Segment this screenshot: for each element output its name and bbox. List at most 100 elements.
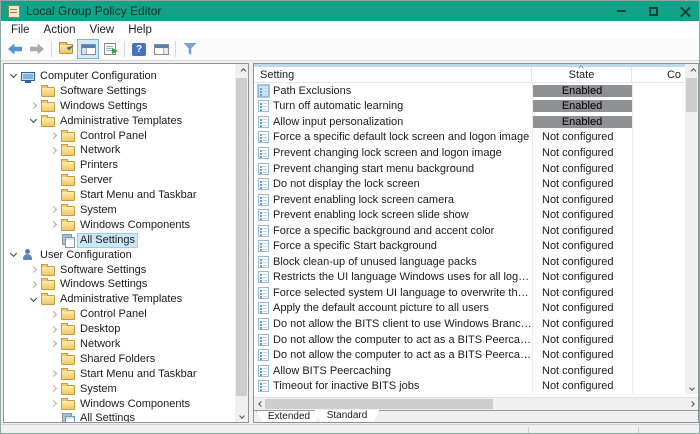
- help-button[interactable]: ?: [128, 39, 150, 59]
- tree-expander-icon[interactable]: [48, 383, 60, 395]
- tree-expander-icon[interactable]: [8, 70, 20, 82]
- tree-expander-icon[interactable]: [48, 190, 60, 202]
- tree-expander-icon[interactable]: [48, 309, 60, 321]
- tree-item[interactable]: Printers: [4, 158, 235, 173]
- tree-expander-icon[interactable]: [48, 145, 60, 157]
- table-row[interactable]: Force a specific Start background Not co…: [254, 238, 685, 254]
- back-button[interactable]: [4, 39, 26, 59]
- tree-expander-icon[interactable]: [48, 338, 60, 350]
- table-row[interactable]: Turn off automatic learning Enabled: [254, 99, 685, 115]
- table-row[interactable]: Prevent enabling lock screen slide show …: [254, 207, 685, 223]
- table-row[interactable]: Prevent changing lock screen and logon i…: [254, 145, 685, 161]
- column-header-comment[interactable]: Co: [632, 67, 685, 82]
- column-header-setting[interactable]: Setting: [254, 67, 532, 82]
- scroll-up-arrow[interactable]: [235, 64, 248, 77]
- table-row[interactable]: Do not allow the BITS client to use Wind…: [254, 316, 685, 332]
- table-row[interactable]: Timeout for inactive BITS jobs Not confi…: [254, 378, 685, 394]
- tree-item[interactable]: Administrative Templates: [4, 292, 235, 307]
- tree-scrollbar[interactable]: [235, 64, 248, 422]
- forward-button[interactable]: [26, 39, 48, 59]
- horizontal-scrollbar[interactable]: [254, 397, 698, 410]
- scroll-down-arrow[interactable]: [235, 409, 248, 422]
- tree-item[interactable]: Control Panel: [4, 307, 235, 322]
- up-one-level-button[interactable]: [55, 39, 77, 59]
- table-row[interactable]: Force a specific background and accent c…: [254, 223, 685, 239]
- table-row[interactable]: Prevent enabling lock screen camera Not …: [254, 192, 685, 208]
- column-header-state[interactable]: State: [532, 67, 632, 82]
- filter-button[interactable]: [179, 39, 201, 59]
- tree-item[interactable]: Server: [4, 173, 235, 188]
- tab-standard[interactable]: Standard: [314, 410, 380, 423]
- table-row[interactable]: Do not allow the computer to act as a BI…: [254, 347, 685, 363]
- tree-item[interactable]: User Configuration: [4, 248, 235, 263]
- title-bar[interactable]: Local Group Policy Editor: [1, 1, 700, 21]
- scroll-down-arrow[interactable]: [685, 381, 698, 394]
- tree-expander-icon[interactable]: [48, 234, 60, 246]
- tree-item[interactable]: Windows Settings: [4, 277, 235, 292]
- tree-expander-icon[interactable]: [48, 219, 60, 231]
- tree-item[interactable]: Windows Settings: [4, 99, 235, 114]
- tree-item[interactable]: Desktop: [4, 322, 235, 337]
- maximize-button[interactable]: [637, 1, 669, 21]
- tree-item[interactable]: System: [4, 203, 235, 218]
- tree-item[interactable]: All Settings: [4, 233, 235, 248]
- tree-expander-icon[interactable]: [28, 264, 40, 276]
- tree-item[interactable]: Windows Components: [4, 397, 235, 412]
- tab-extended[interactable]: Extended: [256, 411, 322, 423]
- tree-item[interactable]: All Settings: [4, 411, 235, 422]
- tree-expander-icon[interactable]: [28, 294, 40, 306]
- table-row[interactable]: Do not allow the computer to act as a BI…: [254, 332, 685, 348]
- tree-expander-icon[interactable]: [28, 85, 40, 97]
- table-row[interactable]: Force selected system UI language to ove…: [254, 285, 685, 301]
- export-list-button[interactable]: [99, 39, 121, 59]
- tree-expander-icon[interactable]: [48, 160, 60, 172]
- scroll-up-arrow[interactable]: [685, 64, 698, 77]
- tree-item[interactable]: Software Settings: [4, 84, 235, 99]
- table-row[interactable]: Allow BITS Peercaching Not configured: [254, 363, 685, 379]
- menu-item[interactable]: File: [4, 23, 37, 37]
- tree-item[interactable]: Software Settings: [4, 263, 235, 278]
- tree-item[interactable]: Computer Configuration: [4, 69, 235, 84]
- table-row[interactable]: Restricts the UI language Windows uses f…: [254, 270, 685, 286]
- tree-expander-icon[interactable]: [48, 368, 60, 380]
- close-button[interactable]: [669, 1, 700, 21]
- table-row[interactable]: Prevent changing start menu background N…: [254, 161, 685, 177]
- tree-item[interactable]: Windows Components: [4, 218, 235, 233]
- tree-expander-icon[interactable]: [48, 324, 60, 336]
- tree-expander-icon[interactable]: [48, 413, 60, 422]
- tree-item[interactable]: Network: [4, 337, 235, 352]
- scrollbar-thumb[interactable]: [236, 78, 247, 396]
- tree-item[interactable]: System: [4, 382, 235, 397]
- menu-item[interactable]: Action: [37, 23, 83, 37]
- table-row[interactable]: Allow input personalization Enabled: [254, 114, 685, 130]
- tree-expander-icon[interactable]: [48, 398, 60, 410]
- tree-expander-icon[interactable]: [48, 204, 60, 216]
- show-console-tree-button[interactable]: [77, 39, 99, 59]
- table-row[interactable]: Apply the default account picture to all…: [254, 301, 685, 317]
- tree-expander-icon[interactable]: [28, 115, 40, 127]
- tree-item[interactable]: Start Menu and Taskbar: [4, 188, 235, 203]
- table-row[interactable]: Force a specific default lock screen and…: [254, 130, 685, 146]
- minimize-button[interactable]: [605, 1, 637, 21]
- tree-item[interactable]: Start Menu and Taskbar: [4, 367, 235, 382]
- list-scrollbar[interactable]: [685, 64, 698, 394]
- tree-expander-icon[interactable]: [28, 279, 40, 291]
- tree-expander-icon[interactable]: [48, 130, 60, 142]
- table-row[interactable]: Do not display the lock screen Not confi…: [254, 176, 685, 192]
- table-row[interactable]: Block clean-up of unused language packs …: [254, 254, 685, 270]
- show-action-pane-button[interactable]: [150, 39, 172, 59]
- table-row[interactable]: Path Exclusions Enabled: [254, 83, 685, 99]
- tree-item[interactable]: Network: [4, 143, 235, 158]
- menu-item[interactable]: Help: [121, 23, 159, 37]
- scrollbar-thumb[interactable]: [265, 399, 493, 409]
- tree-expander-icon[interactable]: [48, 175, 60, 187]
- tree-item[interactable]: Control Panel: [4, 129, 235, 144]
- scroll-right-arrow[interactable]: [685, 398, 698, 410]
- tree-item[interactable]: Administrative Templates: [4, 114, 235, 129]
- tree-expander-icon[interactable]: [8, 249, 20, 261]
- tree-item[interactable]: Shared Folders: [4, 352, 235, 367]
- menu-item[interactable]: View: [83, 23, 122, 37]
- tree-expander-icon[interactable]: [48, 353, 60, 365]
- tree-expander-icon[interactable]: [28, 100, 40, 112]
- scrollbar-thumb[interactable]: [686, 78, 697, 112]
